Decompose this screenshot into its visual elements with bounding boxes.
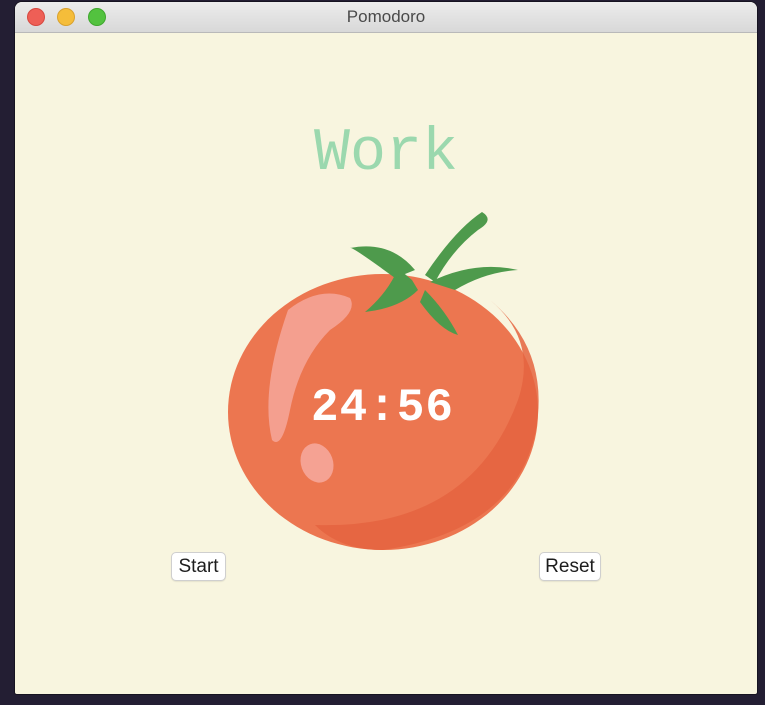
timer-display: 24:56 bbox=[310, 382, 455, 434]
mode-heading: Work bbox=[313, 120, 459, 188]
title-bar[interactable]: Pomodoro bbox=[15, 2, 757, 33]
reset-button[interactable]: Reset bbox=[539, 552, 601, 581]
pomodoro-window: Pomodoro Work 24:56 Start Reset bbox=[15, 2, 757, 694]
start-button[interactable]: Start bbox=[171, 552, 226, 581]
window-title: Pomodoro bbox=[346, 7, 426, 26]
